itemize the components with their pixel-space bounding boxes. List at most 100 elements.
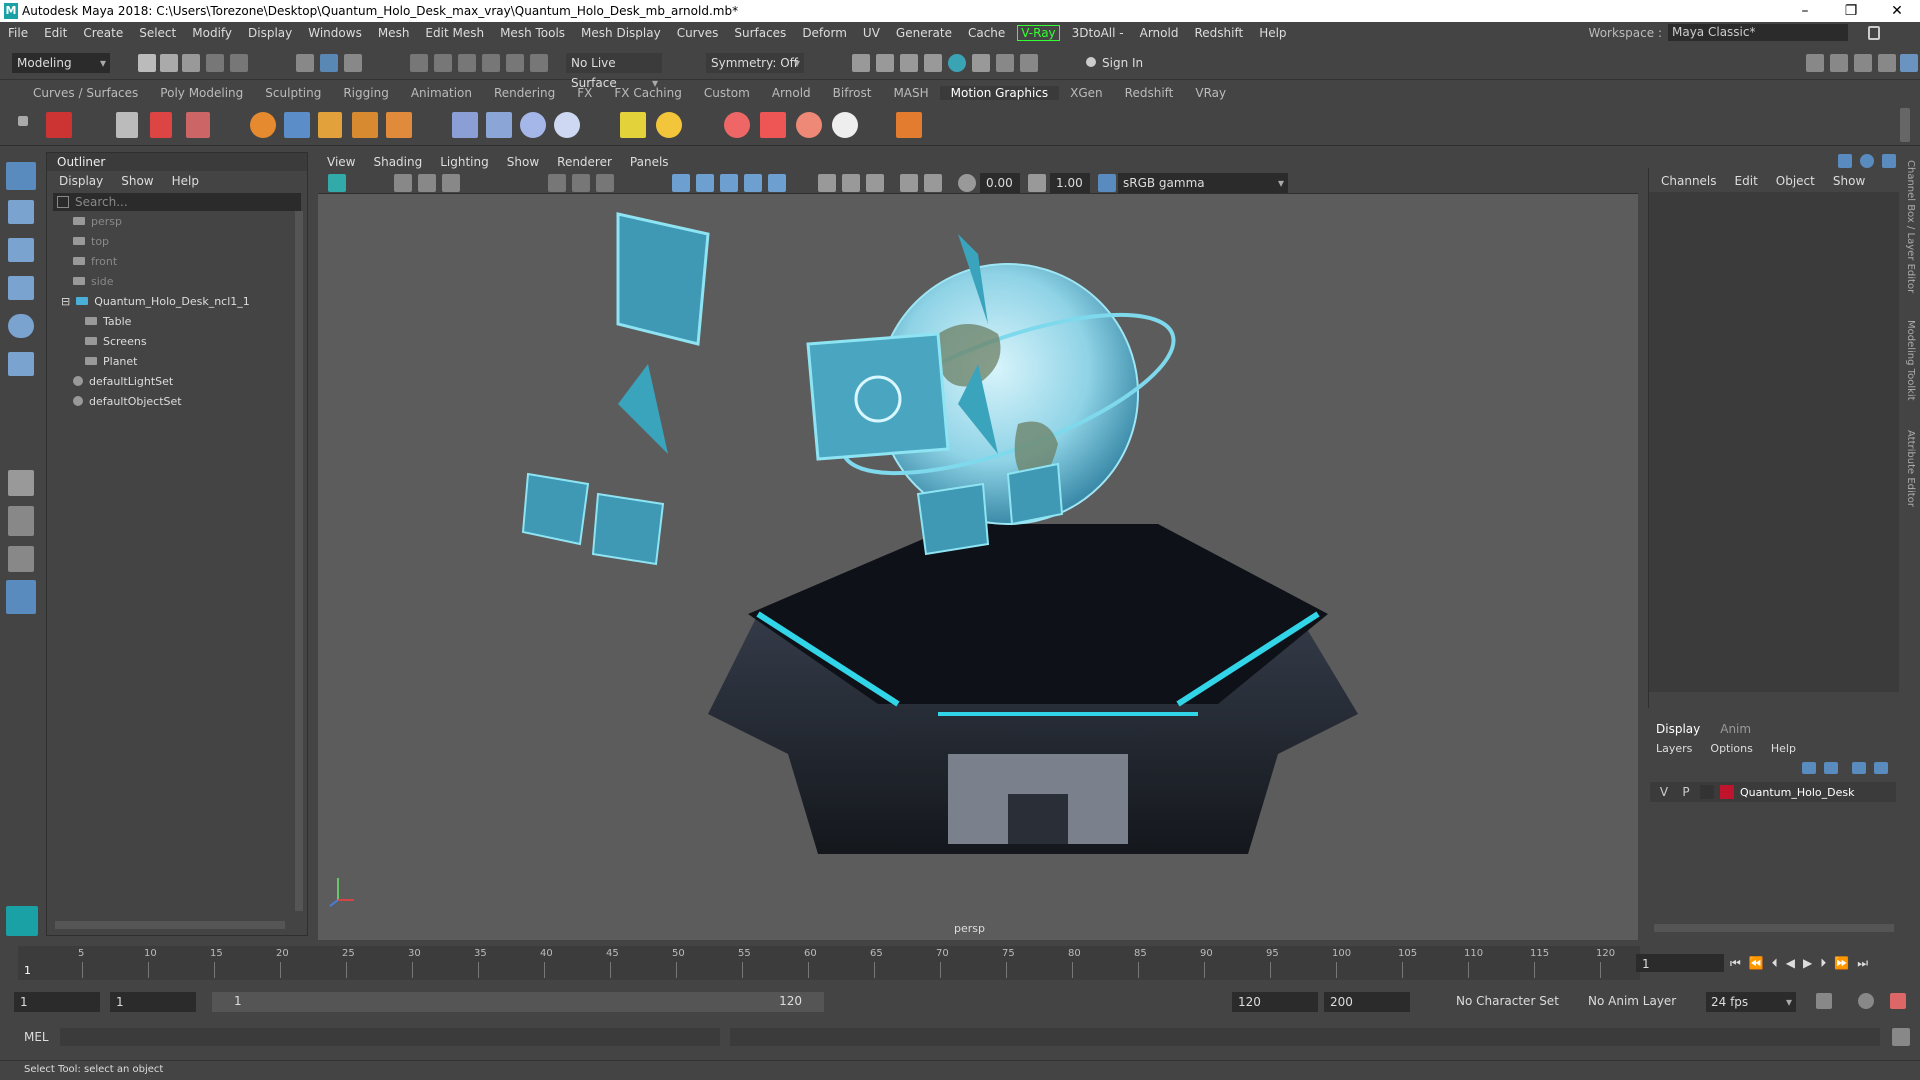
vpmenu-item-show[interactable]: Show (498, 155, 548, 169)
play-back-icon[interactable]: ◀ (1786, 956, 1795, 971)
shadows-icon[interactable] (768, 174, 786, 192)
outmenu-item-help[interactable]: Help (172, 174, 199, 188)
symmetry-dropdown[interactable]: Symmetry: Off (706, 53, 804, 73)
time-slider[interactable]: 1 5 10 15 20 25 30 35 40 45 50 55 60 65 70 75 80 85 90 95 1… (18, 946, 1640, 980)
shelf-options-icon[interactable] (18, 116, 28, 126)
shelf-tab-custom[interactable]: Custom (693, 86, 761, 100)
render-frame-icon[interactable] (852, 54, 870, 72)
menu-mesh[interactable]: Mesh (370, 26, 418, 40)
locator-icon[interactable] (620, 112, 646, 138)
lasso-tool-icon[interactable] (8, 200, 34, 224)
smooth-shade-icon[interactable] (696, 174, 714, 192)
layer-type-toggle[interactable] (1700, 785, 1714, 799)
select-hierarchy-icon[interactable] (296, 54, 314, 72)
lights-icon[interactable] (744, 174, 762, 192)
lymenu-item-layers[interactable]: Layers (1656, 742, 1692, 755)
menu-edit-mesh[interactable]: Edit Mesh (417, 26, 492, 40)
character-set-dropdown[interactable]: No Character Set (1456, 994, 1559, 1008)
bend-deformer-icon[interactable] (520, 112, 546, 138)
select-component-icon[interactable] (344, 54, 362, 72)
current-frame-marker[interactable]: 1 (24, 964, 31, 977)
layer-color-swatch[interactable] (1720, 785, 1734, 799)
outliner-layout-icon[interactable] (6, 580, 36, 614)
render-settings-icon[interactable] (924, 54, 942, 72)
menu-file[interactable]: File (0, 26, 36, 40)
twist-deformer-icon[interactable] (554, 112, 580, 138)
lymenu-item-options[interactable]: Options (1710, 742, 1752, 755)
save-scene-icon[interactable] (182, 54, 200, 72)
animation-preferences-icon[interactable] (1890, 993, 1906, 1009)
layer-hscrollbar[interactable] (1654, 924, 1894, 932)
paint-effects-icon[interactable] (186, 112, 210, 138)
cbmenu-item-show[interactable]: Show (1833, 174, 1865, 188)
burst-icon[interactable] (832, 112, 858, 138)
isolate-icon[interactable] (900, 174, 918, 192)
rotate-tool-icon[interactable] (8, 314, 34, 338)
outliner-item[interactable]: Screens (47, 331, 297, 351)
text-create-icon[interactable] (318, 112, 342, 138)
menu-deform[interactable]: Deform (794, 26, 855, 40)
particle-icon[interactable] (724, 112, 750, 138)
modeling-toolkit-icon[interactable] (1806, 54, 1824, 72)
new-layer-icon[interactable] (1852, 762, 1866, 774)
snap-curve-icon[interactable] (434, 54, 452, 72)
field-icon[interactable] (760, 112, 786, 138)
wave-deformer-icon[interactable] (486, 112, 512, 138)
vpmenu-item-renderer[interactable]: Renderer (548, 155, 621, 169)
outliner-item[interactable]: Planet (47, 351, 297, 371)
loop-icon[interactable] (1816, 993, 1832, 1009)
antialias-icon[interactable] (866, 174, 884, 192)
outliner-scrollbar[interactable] (295, 211, 303, 911)
new-scene-icon[interactable] (138, 54, 156, 72)
move-tool-icon[interactable] (8, 276, 34, 300)
shelf-tab-redshift[interactable]: Redshift (1114, 86, 1185, 100)
tab-anim[interactable]: Anim (1720, 722, 1751, 736)
snap-surface-icon[interactable] (506, 54, 524, 72)
gamma-field[interactable]: 1.00 (1050, 173, 1090, 193)
outmenu-item-show[interactable]: Show (121, 174, 153, 188)
grid-icon[interactable] (548, 174, 566, 192)
pause-icon[interactable] (1020, 54, 1038, 72)
shelf-tab-motion-graphics[interactable]: Motion Graphics (939, 86, 1060, 100)
snap-point-icon[interactable] (458, 54, 476, 72)
menu-windows[interactable]: Windows (300, 26, 370, 40)
layer-row[interactable]: V P Quantum_Holo_Desk (1650, 782, 1896, 802)
shelf-tab-rigging[interactable]: Rigging (332, 86, 399, 100)
anim-layer-dropdown[interactable]: No Anim Layer (1588, 994, 1676, 1008)
arnold-render-icon[interactable] (996, 54, 1014, 72)
menu-cache[interactable]: Cache (960, 26, 1013, 40)
menu-3dtoall-[interactable]: 3DtoAll - (1064, 26, 1132, 40)
mel-label[interactable]: MEL (24, 1030, 49, 1044)
menu-arnold[interactable]: Arnold (1132, 26, 1187, 40)
current-frame-field[interactable]: 1 (1636, 954, 1724, 972)
menu-generate[interactable]: Generate (888, 26, 960, 40)
workspace-dropdown[interactable]: Maya Classic* (1668, 24, 1848, 41)
range-slider[interactable]: 1 120 (212, 992, 824, 1012)
hud-icon[interactable] (924, 174, 942, 192)
outliner-item[interactable]: front (47, 251, 297, 271)
outliner-search-input[interactable]: Search... (53, 193, 301, 211)
outmenu-item-display[interactable]: Display (59, 174, 103, 188)
menu-redshift[interactable]: Redshift (1186, 26, 1251, 40)
sphere-icon[interactable] (250, 112, 276, 138)
menu-display[interactable]: Display (240, 26, 300, 40)
snap-grid-icon[interactable] (410, 54, 428, 72)
xray-icon[interactable] (818, 174, 836, 192)
shelf-scroll-icon[interactable] (1900, 108, 1910, 142)
textured-icon[interactable] (720, 174, 738, 192)
cbmenu-item-object[interactable]: Object (1776, 174, 1815, 188)
channelbox-sidetab[interactable]: Channel Box / Layer Editor (1905, 160, 1916, 293)
attribute-editor-icon[interactable] (1854, 54, 1872, 72)
outliner-item[interactable]: defaultObjectSet (47, 391, 297, 411)
minimize-button[interactable]: – (1782, 0, 1828, 22)
magnet-icon[interactable] (452, 112, 478, 138)
step-forward-key-icon[interactable]: ⏩ (1834, 956, 1849, 971)
open-scene-icon[interactable] (160, 54, 178, 72)
outliner-item[interactable]: side (47, 271, 297, 291)
menu-curves[interactable]: Curves (669, 26, 727, 40)
shelf-tab-rendering[interactable]: Rendering (483, 86, 566, 100)
go-to-end-icon[interactable]: ⏭ (1857, 956, 1868, 971)
light-icon[interactable] (656, 112, 682, 138)
live-surface-dropdown[interactable]: No Live Surface (566, 53, 662, 93)
vpmenu-item-panels[interactable]: Panels (621, 155, 678, 169)
